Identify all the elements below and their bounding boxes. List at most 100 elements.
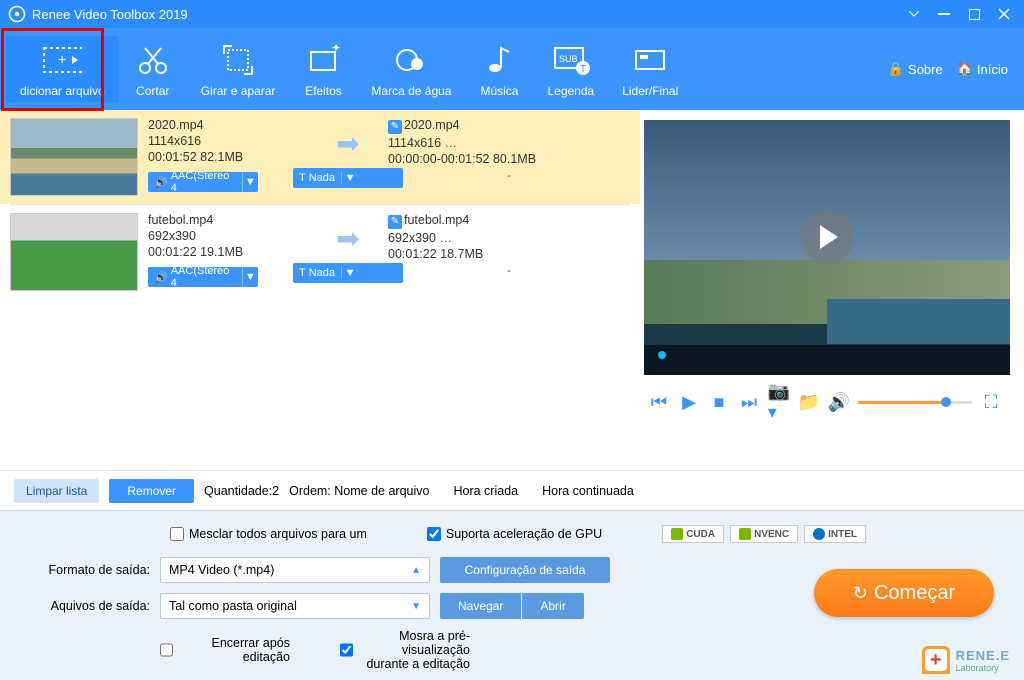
output-format-combo[interactable]: MP4 Video (*.mp4)▲	[160, 557, 430, 583]
toolbar: + dicionar arquivo Cortar Girar e aparar…	[0, 28, 1024, 110]
play-button[interactable]: ▶	[678, 392, 700, 413]
output-format-label: Formato de saída:	[20, 563, 150, 577]
leader-icon	[630, 40, 670, 80]
leader-label: Lider/Final	[622, 84, 678, 98]
chevron-down-icon: ▼	[243, 176, 258, 188]
output-config-button[interactable]: Configuração de saída	[440, 557, 610, 583]
audio-dropdown[interactable]: 🔊AAC(Stereo 4▼	[148, 267, 258, 287]
file-list: 2020.mp4 1114x616 00:01:52 82.1MB 🔊AAC(S…	[0, 110, 640, 470]
merge-checkbox[interactable]: Mesclar todos arquivos para um	[170, 527, 367, 541]
chevron-down-icon: ▼	[411, 601, 421, 612]
add-file-label: dicionar arquivo	[20, 84, 105, 98]
arrow-right-icon: ➡	[336, 127, 359, 160]
output-dir-combo[interactable]: Tal como pasta original▼	[160, 593, 430, 619]
about-link[interactable]: 🔒 Sobre	[888, 61, 943, 77]
file-name: 2020.mp4	[148, 118, 308, 132]
dash: -	[388, 263, 630, 277]
subtitle-label: Legenda	[547, 84, 594, 98]
svg-text:+: +	[58, 51, 66, 67]
stop-button[interactable]: ■	[708, 392, 730, 413]
out-res: 692x390 …	[388, 231, 630, 245]
cut-label: Cortar	[136, 84, 169, 98]
open-button[interactable]: Abrir	[522, 593, 583, 619]
text-icon: T	[299, 172, 306, 184]
filmstrip-add-icon: +	[42, 40, 82, 80]
gpu-checkbox[interactable]: Suporta aceleração de GPU	[427, 527, 602, 541]
show-preview-checkbox[interactable]: Mosra a pré-visualização durante a edita…	[340, 629, 470, 671]
quantity-label: Quantidade:2	[204, 484, 279, 498]
arrow-right-icon: ➡	[336, 222, 359, 255]
dropdown-icon[interactable]	[902, 4, 926, 24]
order-label: Ordem: Nome de arquivo	[289, 484, 429, 498]
watermark-button[interactable]: Marca de água	[357, 36, 465, 102]
fullscreen-button[interactable]: ⛶	[980, 392, 1002, 413]
subtitle-button[interactable]: SUBT Legenda	[533, 36, 608, 102]
footer-logo: RENE.E Laboratory	[922, 646, 1010, 674]
watermark-icon	[391, 40, 431, 80]
refresh-icon: ↻	[853, 583, 868, 604]
close-icon[interactable]	[992, 4, 1016, 24]
next-button[interactable]: ⏭	[738, 392, 760, 413]
nvenc-badge: NVENC	[730, 525, 798, 543]
effects-icon: ✦	[303, 40, 343, 80]
about-label: Sobre	[908, 62, 943, 77]
video-preview[interactable]	[644, 120, 1010, 375]
file-row[interactable]: 2020.mp4 1114x616 00:01:52 82.1MB 🔊AAC(S…	[0, 110, 640, 204]
chevron-down-icon: ▼	[342, 267, 358, 279]
output-dir-label: Aquivos de saída:	[20, 599, 150, 613]
volume-slider[interactable]	[858, 401, 972, 404]
crop-rotate-icon	[218, 40, 258, 80]
out-range: 00:00:00-00:01:52 80.1MB	[388, 152, 630, 166]
chevron-up-icon: ▲	[411, 565, 421, 576]
file-dursize: 00:01:22 19.1MB	[148, 245, 308, 259]
clear-list-button[interactable]: Limpar lista	[14, 479, 99, 503]
video-controls-bar[interactable]	[644, 345, 1010, 375]
close-after-checkbox[interactable]: Encerrar após editação	[160, 636, 290, 664]
intel-badge: INTEL	[804, 525, 866, 543]
leader-button[interactable]: Lider/Final	[608, 36, 692, 102]
volume-icon[interactable]: 🔊	[828, 392, 850, 413]
svg-text:✦: ✦	[331, 42, 341, 55]
cuda-badge: CUDA	[662, 525, 724, 543]
out-name: ✎futebol.mp4	[388, 213, 630, 229]
sort-continued[interactable]: Hora continuada	[542, 484, 634, 498]
app-title: Renee Video Toolbox 2019	[32, 7, 188, 22]
edit-icon[interactable]: ✎	[388, 120, 402, 134]
folder-button[interactable]: 📁	[798, 392, 820, 413]
music-label: Música	[480, 84, 518, 98]
watermark-label: Marca de água	[371, 84, 451, 98]
chevron-down-icon: ▼	[342, 172, 358, 184]
chevron-down-icon: ▼	[243, 271, 258, 283]
play-overlay-icon[interactable]	[800, 210, 854, 264]
home-link[interactable]: 🏠 Início	[957, 61, 1008, 77]
file-name: futebol.mp4	[148, 213, 308, 227]
audio-dropdown[interactable]: 🔊AAC(Stereo 4▼	[148, 172, 258, 192]
subtitle-icon: SUBT	[551, 40, 591, 80]
app-logo-icon	[8, 5, 26, 23]
browse-button[interactable]: Navegar	[440, 593, 521, 619]
speaker-icon: 🔊	[154, 271, 168, 284]
sort-created[interactable]: Hora criada	[453, 484, 518, 498]
snapshot-button[interactable]: 📷▾	[768, 381, 790, 423]
out-name: ✎2020.mp4	[388, 118, 630, 134]
maximize-icon[interactable]	[962, 4, 986, 24]
subtitle-dropdown[interactable]: T Nada▼	[293, 168, 403, 188]
rotate-button[interactable]: Girar e aparar	[187, 36, 290, 102]
home-icon: 🏠	[957, 61, 973, 77]
preview-pane: ⏮ ▶ ■ ⏭ 📷▾ 📁 🔊 ⛶	[640, 110, 1024, 470]
file-dursize: 00:01:52 82.1MB	[148, 150, 308, 164]
prev-button[interactable]: ⏮	[648, 392, 670, 413]
remove-button[interactable]: Remover	[109, 479, 194, 503]
edit-icon[interactable]: ✎	[388, 215, 402, 229]
thumbnail	[10, 118, 138, 196]
add-file-button[interactable]: + dicionar arquivo	[6, 36, 119, 102]
music-note-icon	[479, 40, 519, 80]
minimize-icon[interactable]	[932, 4, 956, 24]
music-button[interactable]: Música	[465, 36, 533, 102]
start-button[interactable]: ↻ Começar	[814, 569, 994, 617]
text-icon: T	[299, 267, 306, 279]
subtitle-dropdown[interactable]: T Nada▼	[293, 263, 403, 283]
effects-button[interactable]: ✦ Efeitos	[289, 36, 357, 102]
file-row[interactable]: futebol.mp4 692x390 00:01:22 19.1MB 🔊AAC…	[0, 205, 640, 299]
cut-button[interactable]: Cortar	[119, 36, 187, 102]
